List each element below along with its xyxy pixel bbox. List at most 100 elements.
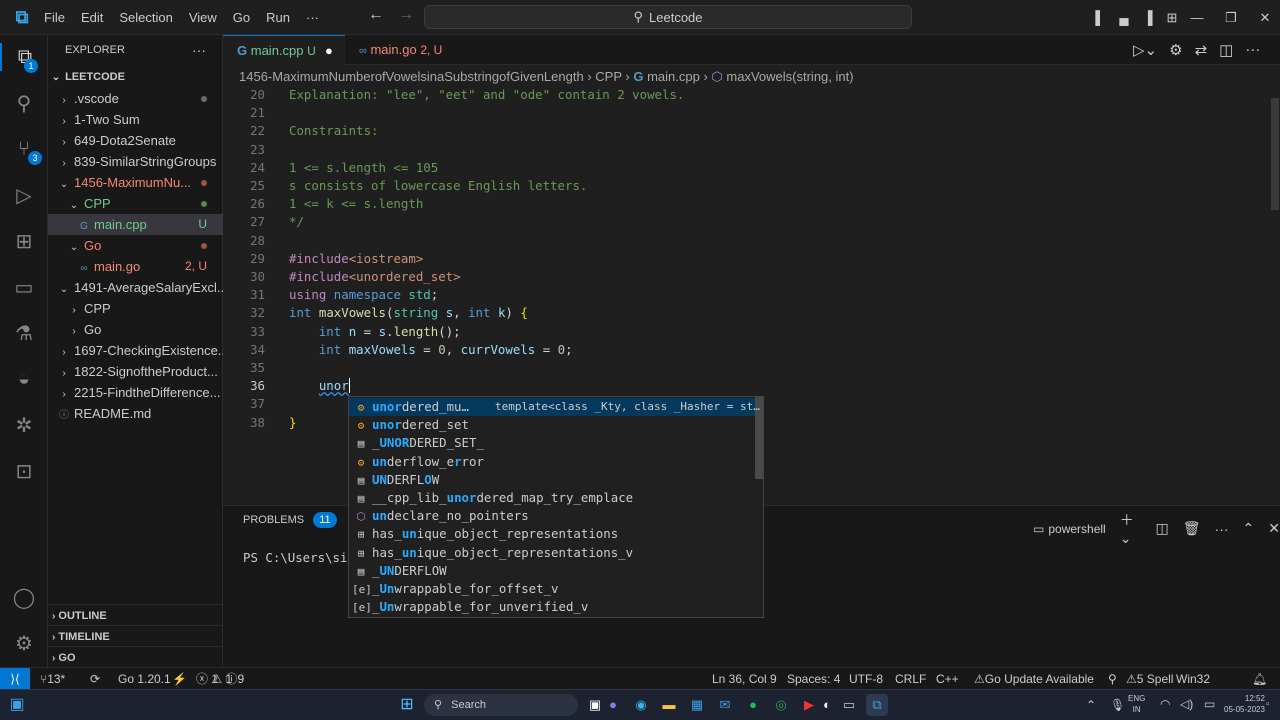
- teams-icon[interactable]: ●: [602, 694, 624, 716]
- autocomplete-item[interactable]: ⚙ unordered_mu… template<class _Kty, class…: [349, 398, 760, 417]
- taskbar-search[interactable]: ⚲ Search: [424, 694, 578, 716]
- autocomplete-item[interactable]: ⚙ underflow_error: [349, 453, 755, 471]
- status-eol[interactable]: CRLF: [895, 668, 926, 690]
- status-spaces[interactable]: Spaces: 4: [787, 668, 840, 690]
- tree-item[interactable]: › 649-Dota2Senate: [48, 130, 223, 151]
- go-tools-icon[interactable]: ⚡: [172, 668, 187, 690]
- wifi-icon[interactable]: ◠: [1160, 697, 1170, 711]
- run-code-icon[interactable]: ▷⌄: [1133, 41, 1157, 59]
- breadcrumb-folder[interactable]: 1456-MaximumNumberofVowelsinaSubstringof…: [239, 69, 584, 84]
- testing-icon[interactable]: ⚗: [10, 319, 38, 347]
- autocomplete-item[interactable]: ⬡ undeclare_no_pointers: [349, 507, 755, 525]
- toggle-secondary-sidebar-icon[interactable]: ▐: [1136, 10, 1160, 25]
- remote-explorer-icon[interactable]: ▭: [10, 273, 38, 301]
- split-editor-icon[interactable]: ◫: [1219, 41, 1233, 59]
- tab-main-cpp[interactable]: G main.cpp U ●: [223, 35, 345, 65]
- new-terminal-icon[interactable]: ＋⌄: [1120, 510, 1142, 547]
- code-line[interactable]: }: [289, 415, 296, 430]
- more-panel-icon[interactable]: ···: [1215, 521, 1229, 537]
- sync-icon[interactable]: ⟳: [90, 668, 100, 690]
- autocomplete-item[interactable]: [e]_Unwrappable_for_offset_v: [349, 580, 755, 598]
- widgets-icon[interactable]: ▣: [6, 694, 28, 716]
- store-icon[interactable]: ▦: [686, 694, 708, 716]
- status-go-update[interactable]: ⚠ Go Update Available: [974, 668, 1094, 690]
- go-section[interactable]: › GO: [48, 646, 223, 668]
- tray-chevron-icon[interactable]: ⌃: [1086, 698, 1096, 712]
- tree-item[interactable]: ⌄ 1491-AverageSalaryExcl...: [48, 277, 223, 298]
- explorer-more-icon[interactable]: ···: [192, 35, 206, 65]
- code-line[interactable]: s consists of lowercase English letters.: [289, 178, 587, 193]
- restore-icon[interactable]: ❐: [1214, 10, 1248, 26]
- spotify-icon[interactable]: ●: [742, 694, 764, 716]
- clock[interactable]: 12:52 05-05-2023: [1224, 693, 1265, 715]
- tree-item[interactable]: ⌄ CPP: [48, 193, 223, 214]
- chrome-icon[interactable]: ◎: [770, 694, 792, 716]
- docker-icon[interactable]: ◒: [10, 365, 38, 393]
- mail-icon[interactable]: ✉: [714, 694, 736, 716]
- back-arrow-icon[interactable]: ←: [368, 6, 384, 24]
- outline-section[interactable]: › OUTLINE: [48, 604, 223, 626]
- autocomplete-item[interactable]: ⊞ has_unique_object_representations: [349, 525, 755, 543]
- terminal-app-icon[interactable]: ▭: [838, 694, 860, 716]
- code-line[interactable]: int maxVowels = 0, currVowels = 0;: [289, 342, 573, 357]
- menu-view[interactable]: View: [181, 0, 225, 35]
- file-explorer-icon[interactable]: ▬: [658, 694, 680, 716]
- unsaved-dot-icon[interactable]: ●: [325, 36, 333, 66]
- timeline-section[interactable]: › TIMELINE: [48, 625, 223, 647]
- kubernetes-icon[interactable]: ✲: [10, 411, 38, 439]
- code-line[interactable]: Constraints:: [289, 123, 379, 138]
- autocomplete-item[interactable]: ▤ UNDERFLOW: [349, 471, 755, 489]
- tree-item[interactable]: › 1822-SignoftheProduct...: [48, 361, 223, 382]
- autocomplete-item[interactable]: ⊞ has_unique_object_representations_v: [349, 544, 755, 562]
- battery-icon[interactable]: ▭: [1204, 697, 1215, 711]
- close-panel-icon[interactable]: ✕: [1268, 520, 1280, 537]
- toggle-sidebar-icon[interactable]: ▌: [1088, 10, 1112, 25]
- editor-scrollbar[interactable]: [1271, 98, 1279, 210]
- compare-icon[interactable]: ⇄: [1195, 41, 1208, 59]
- autocomplete-item[interactable]: ▤ __cpp_lib_unordered_map_try_emplace: [349, 489, 755, 507]
- menu-edit[interactable]: Edit: [73, 0, 111, 35]
- github-icon[interactable]: ◐: [816, 694, 838, 716]
- tab-problems[interactable]: PROBLEMS 11: [243, 512, 337, 528]
- tree-item[interactable]: Gmain.cpp U: [48, 214, 223, 235]
- breadcrumb-cpp[interactable]: CPP: [595, 69, 622, 84]
- tree-item[interactable]: ⓘ README.md: [48, 403, 223, 424]
- tree-item[interactable]: › Go: [48, 319, 223, 340]
- kill-terminal-icon[interactable]: 🗑︎: [1183, 520, 1201, 537]
- command-center[interactable]: ⚲ Leetcode: [424, 5, 912, 29]
- autocomplete-item[interactable]: [e]_Unwrappable_for_unverified_v: [349, 598, 755, 616]
- code-line[interactable]: int n = s.length();: [289, 324, 461, 339]
- tab-main-go[interactable]: ∞ main.go 2, U: [345, 35, 465, 65]
- minimize-icon[interactable]: —: [1180, 10, 1214, 25]
- vscode-taskbar-icon[interactable]: ⧉: [866, 694, 888, 716]
- notification-center-icon[interactable]: ▫: [1266, 699, 1270, 710]
- code-line[interactable]: 1 <= s.length <= 105: [289, 160, 438, 175]
- manage-gear-icon[interactable]: ⚙: [10, 629, 38, 657]
- autocomplete-item[interactable]: ⚙ unordered_set: [349, 416, 755, 434]
- forward-arrow-icon[interactable]: →: [398, 6, 414, 24]
- run-debug-icon[interactable]: ▷: [10, 181, 38, 209]
- language-indicator[interactable]: ENG IN: [1128, 693, 1145, 715]
- remote-indicator-icon[interactable]: ⟩⟨: [0, 668, 30, 690]
- status-spell[interactable]: ⚠ 5 Spell: [1126, 668, 1173, 690]
- breadcrumb-symbol[interactable]: maxVowels(string, int): [726, 69, 853, 84]
- windows-start-icon[interactable]: ⊞: [396, 694, 418, 716]
- terminal-shell-label[interactable]: powershell: [1048, 522, 1105, 536]
- code-line[interactable]: int maxVowels(string s, int k) {: [289, 305, 528, 320]
- tree-item[interactable]: › 839-SimilarStringGroups: [48, 151, 223, 172]
- menu-file[interactable]: File: [36, 0, 73, 35]
- code-line[interactable]: */: [289, 214, 304, 229]
- code-line[interactable]: #include<iostream>: [289, 251, 423, 266]
- code-line[interactable]: unor: [289, 378, 350, 394]
- status-platform[interactable]: Win32: [1176, 668, 1210, 690]
- settings-gear-icon[interactable]: ⚙: [1169, 41, 1182, 59]
- menu-run[interactable]: Run: [258, 0, 298, 35]
- search-view-icon[interactable]: ⚲: [10, 89, 38, 117]
- breadcrumb-file[interactable]: main.cpp: [647, 69, 700, 84]
- menu-more[interactable]: ···: [298, 0, 327, 35]
- status-problems[interactable]: ⓧ 1 ⚠ 1 ⓘ 9: [196, 668, 244, 690]
- source-control-icon[interactable]: ⑂ 3: [10, 135, 42, 165]
- status-go-version[interactable]: Go 1.20.1: [118, 668, 171, 690]
- tree-item[interactable]: › 1-Two Sum: [48, 109, 223, 130]
- tree-item[interactable]: ∞ main.go 2, U: [48, 256, 223, 277]
